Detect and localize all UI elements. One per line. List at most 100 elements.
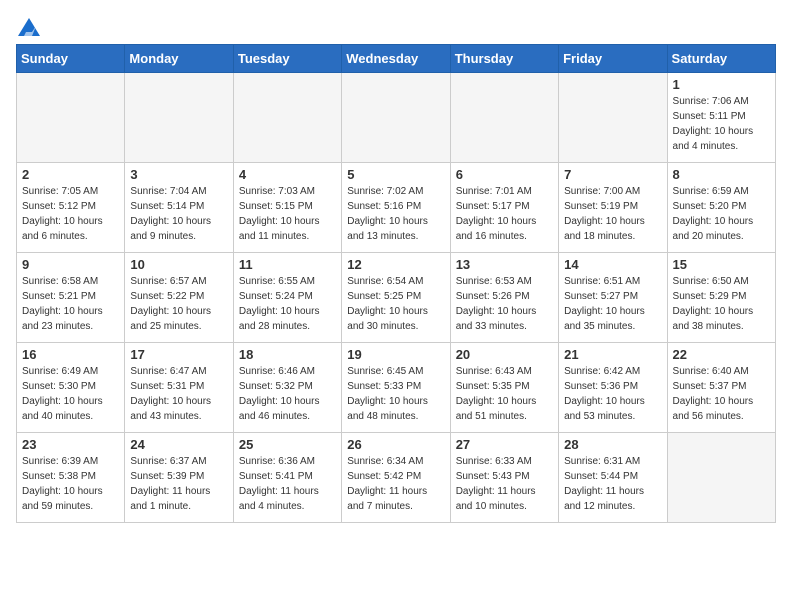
calendar-cell xyxy=(233,73,341,163)
calendar-week-row: 1Sunrise: 7:06 AM Sunset: 5:11 PM Daylig… xyxy=(17,73,776,163)
calendar-cell: 12 Sunrise: 6:54 AM Sunset: 5:25 PM Dayli… xyxy=(342,253,450,343)
calendar-cell: 18 Sunrise: 6:46 AM Sunset: 5:32 PM Dayli… xyxy=(233,343,341,433)
sun-info: Sunrise: 6:43 AM Sunset: 5:35 PM Dayligh… xyxy=(456,364,553,424)
day-number: 13 xyxy=(456,257,553,272)
weekday-header: Monday xyxy=(125,45,233,73)
calendar-cell: 26 Sunrise: 6:34 AM Sunset: 5:42 PM Dayli… xyxy=(342,433,450,523)
sun-info: Sunrise: 6:46 AM Sunset: 5:32 PM Dayligh… xyxy=(239,364,336,424)
calendar-cell: 22Sunrise: 6:40 AM Sunset: 5:37 PM Dayli… xyxy=(667,343,775,433)
day-number: 8 xyxy=(673,167,770,182)
day-number: 24 xyxy=(130,437,227,452)
day-number: 25 xyxy=(239,437,336,452)
day-number: 23 xyxy=(22,437,119,452)
day-number: 20 xyxy=(456,347,553,362)
sun-info: Sunrise: 6:31 AM Sunset: 5:44 PM Dayligh… xyxy=(564,454,661,514)
calendar-header-row: SundayMondayTuesdayWednesdayThursdayFrid… xyxy=(17,45,776,73)
calendar-cell: 17 Sunrise: 6:47 AM Sunset: 5:31 PM Dayli… xyxy=(125,343,233,433)
calendar-cell: 23 Sunrise: 6:39 AM Sunset: 5:38 PM Dayli… xyxy=(17,433,125,523)
sun-info: Sunrise: 6:37 AM Sunset: 5:39 PM Dayligh… xyxy=(130,454,227,514)
day-number: 14 xyxy=(564,257,661,272)
calendar-cell: 4 Sunrise: 7:03 AM Sunset: 5:15 PM Daylig… xyxy=(233,163,341,253)
sun-info: Sunrise: 6:40 AM Sunset: 5:37 PM Dayligh… xyxy=(673,364,770,424)
calendar-cell: 19Sunrise: 6:45 AM Sunset: 5:33 PM Dayli… xyxy=(342,343,450,433)
sun-info: Sunrise: 6:50 AM Sunset: 5:29 PM Dayligh… xyxy=(673,274,770,334)
day-number: 27 xyxy=(456,437,553,452)
day-number: 3 xyxy=(130,167,227,182)
calendar-cell: 16 Sunrise: 6:49 AM Sunset: 5:30 PM Dayli… xyxy=(17,343,125,433)
calendar-cell: 14 Sunrise: 6:51 AM Sunset: 5:27 PM Dayli… xyxy=(559,253,667,343)
sun-info: Sunrise: 6:49 AM Sunset: 5:30 PM Dayligh… xyxy=(22,364,119,424)
sun-info: Sunrise: 7:01 AM Sunset: 5:17 PM Dayligh… xyxy=(456,184,553,244)
day-number: 18 xyxy=(239,347,336,362)
calendar-week-row: 9 Sunrise: 6:58 AM Sunset: 5:21 PM Daylig… xyxy=(17,253,776,343)
day-number: 9 xyxy=(22,257,119,272)
sun-info: Sunrise: 7:02 AM Sunset: 5:16 PM Dayligh… xyxy=(347,184,444,244)
day-number: 12 xyxy=(347,257,444,272)
sun-info: Sunrise: 6:51 AM Sunset: 5:27 PM Dayligh… xyxy=(564,274,661,334)
sun-info: Sunrise: 6:55 AM Sunset: 5:24 PM Dayligh… xyxy=(239,274,336,334)
day-number: 11 xyxy=(239,257,336,272)
calendar-cell xyxy=(17,73,125,163)
day-number: 7 xyxy=(564,167,661,182)
calendar: SundayMondayTuesdayWednesdayThursdayFrid… xyxy=(16,44,776,523)
calendar-cell: 5 Sunrise: 7:02 AM Sunset: 5:16 PM Daylig… xyxy=(342,163,450,253)
calendar-cell: 10Sunrise: 6:57 AM Sunset: 5:22 PM Dayli… xyxy=(125,253,233,343)
sun-info: Sunrise: 6:42 AM Sunset: 5:36 PM Dayligh… xyxy=(564,364,661,424)
logo-icon xyxy=(18,18,40,36)
sun-info: Sunrise: 6:39 AM Sunset: 5:38 PM Dayligh… xyxy=(22,454,119,514)
sun-info: Sunrise: 6:54 AM Sunset: 5:25 PM Dayligh… xyxy=(347,274,444,334)
day-number: 4 xyxy=(239,167,336,182)
day-number: 17 xyxy=(130,347,227,362)
day-number: 5 xyxy=(347,167,444,182)
calendar-cell: 28 Sunrise: 6:31 AM Sunset: 5:44 PM Dayli… xyxy=(559,433,667,523)
day-number: 16 xyxy=(22,347,119,362)
day-number: 15 xyxy=(673,257,770,272)
calendar-week-row: 2 Sunrise: 7:05 AM Sunset: 5:12 PM Daylig… xyxy=(17,163,776,253)
sun-info: Sunrise: 6:53 AM Sunset: 5:26 PM Dayligh… xyxy=(456,274,553,334)
weekday-header: Thursday xyxy=(450,45,558,73)
sun-info: Sunrise: 6:59 AM Sunset: 5:20 PM Dayligh… xyxy=(673,184,770,244)
calendar-cell: 9 Sunrise: 6:58 AM Sunset: 5:21 PM Daylig… xyxy=(17,253,125,343)
sun-info: Sunrise: 6:58 AM Sunset: 5:21 PM Dayligh… xyxy=(22,274,119,334)
calendar-cell: 27 Sunrise: 6:33 AM Sunset: 5:43 PM Dayli… xyxy=(450,433,558,523)
calendar-cell: 3 Sunrise: 7:04 AM Sunset: 5:14 PM Daylig… xyxy=(125,163,233,253)
day-number: 26 xyxy=(347,437,444,452)
sun-info: Sunrise: 6:57 AM Sunset: 5:22 PM Dayligh… xyxy=(130,274,227,334)
calendar-cell: 13 Sunrise: 6:53 AM Sunset: 5:26 PM Dayli… xyxy=(450,253,558,343)
calendar-cell xyxy=(125,73,233,163)
calendar-cell: 11 Sunrise: 6:55 AM Sunset: 5:24 PM Dayli… xyxy=(233,253,341,343)
weekday-header: Tuesday xyxy=(233,45,341,73)
calendar-cell: 21Sunrise: 6:42 AM Sunset: 5:36 PM Dayli… xyxy=(559,343,667,433)
sun-info: Sunrise: 6:34 AM Sunset: 5:42 PM Dayligh… xyxy=(347,454,444,514)
calendar-cell: 8 Sunrise: 6:59 AM Sunset: 5:20 PM Daylig… xyxy=(667,163,775,253)
calendar-cell: 25 Sunrise: 6:36 AM Sunset: 5:41 PM Dayli… xyxy=(233,433,341,523)
calendar-cell: 7 Sunrise: 7:00 AM Sunset: 5:19 PM Daylig… xyxy=(559,163,667,253)
calendar-cell: 20 Sunrise: 6:43 AM Sunset: 5:35 PM Dayli… xyxy=(450,343,558,433)
logo xyxy=(16,16,40,36)
sun-info: Sunrise: 6:33 AM Sunset: 5:43 PM Dayligh… xyxy=(456,454,553,514)
weekday-header: Saturday xyxy=(667,45,775,73)
day-number: 28 xyxy=(564,437,661,452)
sun-info: Sunrise: 7:04 AM Sunset: 5:14 PM Dayligh… xyxy=(130,184,227,244)
day-number: 1 xyxy=(673,77,770,92)
day-number: 6 xyxy=(456,167,553,182)
sun-info: Sunrise: 6:47 AM Sunset: 5:31 PM Dayligh… xyxy=(130,364,227,424)
sun-info: Sunrise: 7:05 AM Sunset: 5:12 PM Dayligh… xyxy=(22,184,119,244)
calendar-cell xyxy=(559,73,667,163)
calendar-week-row: 16 Sunrise: 6:49 AM Sunset: 5:30 PM Dayli… xyxy=(17,343,776,433)
sun-info: Sunrise: 7:03 AM Sunset: 5:15 PM Dayligh… xyxy=(239,184,336,244)
calendar-cell xyxy=(342,73,450,163)
day-number: 19 xyxy=(347,347,444,362)
calendar-cell: 1Sunrise: 7:06 AM Sunset: 5:11 PM Daylig… xyxy=(667,73,775,163)
calendar-cell xyxy=(667,433,775,523)
weekday-header: Sunday xyxy=(17,45,125,73)
weekday-header: Friday xyxy=(559,45,667,73)
calendar-cell: 6 Sunrise: 7:01 AM Sunset: 5:17 PM Daylig… xyxy=(450,163,558,253)
sun-info: Sunrise: 6:36 AM Sunset: 5:41 PM Dayligh… xyxy=(239,454,336,514)
calendar-cell: 24 Sunrise: 6:37 AM Sunset: 5:39 PM Dayli… xyxy=(125,433,233,523)
calendar-cell xyxy=(450,73,558,163)
calendar-cell: 15 Sunrise: 6:50 AM Sunset: 5:29 PM Dayli… xyxy=(667,253,775,343)
day-number: 2 xyxy=(22,167,119,182)
sun-info: Sunrise: 7:00 AM Sunset: 5:19 PM Dayligh… xyxy=(564,184,661,244)
calendar-week-row: 23 Sunrise: 6:39 AM Sunset: 5:38 PM Dayli… xyxy=(17,433,776,523)
